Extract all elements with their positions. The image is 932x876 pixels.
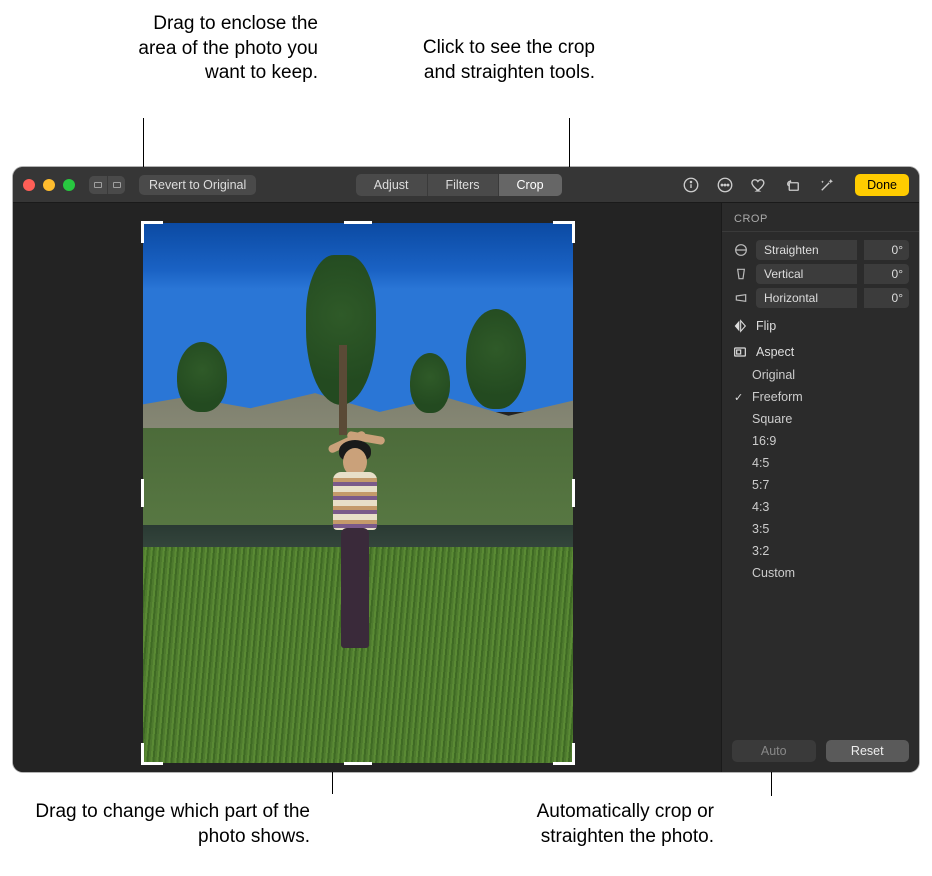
titlebar: Revert to Original Adjust Filters Crop [13,167,919,203]
tab-adjust[interactable]: Adjust [356,174,427,196]
aspect-option-label: 4:3 [752,500,769,514]
favorite-icon[interactable] [749,175,769,195]
aspect-label: Aspect [756,345,794,359]
aspect-option-label: 3:5 [752,522,769,536]
editor-body: CROP Straighten 0° Vertical 0° Hori [13,203,919,772]
flip-icon [732,318,748,334]
sidebar-header: CROP [722,203,919,232]
crop-handle-top-right[interactable] [553,221,575,243]
horizontal-control[interactable]: Horizontal 0° [722,286,919,310]
horizontal-label: Horizontal [756,288,857,308]
callout-auto: Automatically crop or straighten the pho… [458,800,714,849]
crop-handle-bottom-left[interactable] [141,743,163,765]
straighten-value[interactable]: 0° [863,240,909,260]
vertical-value[interactable]: 0° [863,264,909,284]
info-icon[interactable] [681,175,701,195]
crop-handle-right[interactable] [572,479,575,507]
view-single-button[interactable] [89,176,107,194]
toolbar-actions [681,175,837,195]
view-grid-button[interactable] [107,176,125,194]
vertical-perspective-icon [732,265,750,283]
aspect-option-label: 5:7 [752,478,769,492]
vertical-control[interactable]: Vertical 0° [722,262,919,286]
horizontal-perspective-icon [732,289,750,307]
aspect-option-label: Original [752,368,795,382]
aspect-option[interactable]: 5:7 [722,474,919,496]
aspect-option[interactable]: 4:3 [722,496,919,518]
callout-crop-tab: Click to see the crop and straighten too… [395,36,595,85]
straighten-control[interactable]: Straighten 0° [722,238,919,262]
view-toggle [89,176,125,194]
straighten-label: Straighten [756,240,857,260]
callout-drag-photo: Drag to change which part of the photo s… [30,800,310,849]
aspect-option-label: 4:5 [752,456,769,470]
flip-button[interactable]: Flip [722,310,919,336]
horizontal-value[interactable]: 0° [863,288,909,308]
rotate-icon[interactable] [783,175,803,195]
tab-crop[interactable]: Crop [498,174,562,196]
aspect-option-label: Freeform [752,390,803,404]
callout-crop-handle: Drag to enclose the area of the photo yo… [128,12,318,86]
aspect-option-label: Square [752,412,792,426]
aspect-option[interactable]: Square [722,408,919,430]
aspect-option[interactable]: ✓ Freeform [722,386,919,408]
crop-sidebar: CROP Straighten 0° Vertical 0° Hori [721,203,919,772]
crop-handle-top[interactable] [344,221,372,224]
straighten-icon [732,241,750,259]
more-icon[interactable] [715,175,735,195]
canvas-area [13,203,721,772]
crop-handle-top-left[interactable] [141,221,163,243]
auto-enhance-icon[interactable] [817,175,837,195]
aspect-option-label: 3:2 [752,544,769,558]
aspect-option[interactable]: Custom [722,562,919,584]
crop-handle-bottom-right[interactable] [553,743,575,765]
aspect-option[interactable]: Original [722,364,919,386]
check-icon: ✓ [734,391,743,404]
maximize-window-button[interactable] [63,179,75,191]
flip-label: Flip [756,319,776,333]
auto-button[interactable]: Auto [732,740,816,762]
close-window-button[interactable] [23,179,35,191]
reset-button[interactable]: Reset [826,740,910,762]
tab-filters[interactable]: Filters [427,174,498,196]
crop-handle-left[interactable] [141,479,144,507]
edit-mode-segmented: Adjust Filters Crop [356,174,562,196]
aspect-option[interactable]: 16:9 [722,430,919,452]
aspect-icon [732,344,748,360]
photo-crop-frame[interactable] [143,223,573,763]
aspect-option[interactable]: 3:2 [722,540,919,562]
aspect-option[interactable]: 3:5 [722,518,919,540]
done-button[interactable]: Done [855,174,909,196]
crop-handle-bottom[interactable] [344,762,372,765]
aspect-list: Original ✓ Freeform Square 16:9 4:5 5:7 4:3 3:5 3… [722,362,919,586]
sidebar-footer: Auto Reset [722,730,919,772]
aspect-group-header[interactable]: Aspect [722,336,919,362]
photos-edit-window: Revert to Original Adjust Filters Crop [13,167,919,772]
vertical-label: Vertical [756,264,857,284]
photo-image[interactable] [143,223,573,763]
aspect-option[interactable]: 4:5 [722,452,919,474]
revert-to-original-button[interactable]: Revert to Original [139,175,256,195]
minimize-window-button[interactable] [43,179,55,191]
aspect-option-label: Custom [752,566,795,580]
aspect-option-label: 16:9 [752,434,776,448]
window-controls [23,179,75,191]
callout-line [569,118,570,168]
